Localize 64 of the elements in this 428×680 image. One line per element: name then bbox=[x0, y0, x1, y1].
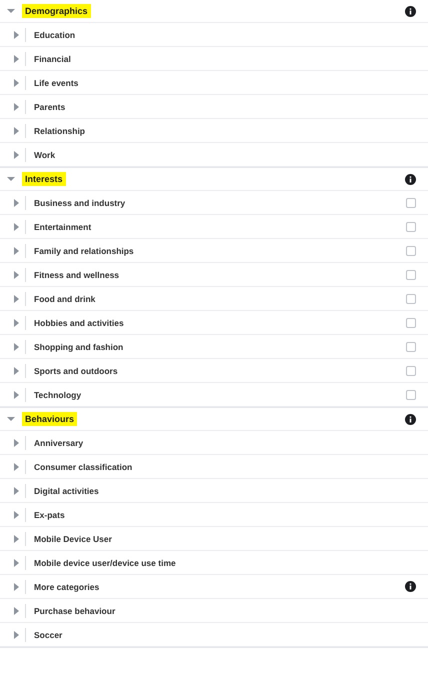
category-label[interactable]: Work bbox=[34, 150, 56, 160]
category-label[interactable]: Relationship bbox=[34, 126, 86, 136]
expand-icon[interactable] bbox=[14, 126, 19, 134]
category-label[interactable]: Ex-pats bbox=[34, 510, 65, 520]
section-title: Behaviours bbox=[22, 412, 78, 426]
info-icon[interactable] bbox=[405, 6, 416, 16]
category-label[interactable]: Business and industry bbox=[34, 198, 126, 208]
category-label[interactable]: Entertainment bbox=[34, 222, 92, 232]
expand-icon[interactable] bbox=[14, 366, 19, 374]
category-label[interactable]: Purchase behaviour bbox=[34, 606, 116, 616]
expand-icon[interactable] bbox=[14, 54, 19, 62]
category-label[interactable]: Consumer classification bbox=[34, 462, 132, 472]
expand-icon[interactable] bbox=[14, 606, 19, 614]
expand-icon[interactable] bbox=[14, 390, 19, 398]
checkbox[interactable] bbox=[406, 294, 416, 304]
category-label[interactable]: Soccer bbox=[34, 630, 62, 640]
category-label[interactable]: Technology bbox=[34, 390, 82, 400]
expand-icon[interactable] bbox=[14, 246, 19, 254]
category-label[interactable]: More categories bbox=[34, 582, 100, 592]
info-icon[interactable] bbox=[405, 174, 416, 184]
category-label[interactable]: Food and drink bbox=[34, 294, 96, 304]
expand-icon[interactable] bbox=[14, 486, 19, 494]
info-icon[interactable] bbox=[405, 581, 416, 592]
category-label[interactable]: Shopping and fashion bbox=[34, 342, 124, 352]
expand-icon[interactable] bbox=[14, 342, 19, 350]
category-label[interactable]: Life events bbox=[34, 78, 78, 88]
expand-icon[interactable] bbox=[14, 582, 19, 590]
expand-icon[interactable] bbox=[14, 198, 19, 206]
checkbox[interactable] bbox=[406, 270, 416, 280]
expand-icon[interactable] bbox=[14, 78, 19, 86]
section-title: Interests bbox=[22, 172, 66, 186]
expand-icon[interactable] bbox=[14, 294, 19, 302]
category-label[interactable]: Fitness and wellness bbox=[34, 270, 120, 280]
category-label[interactable]: Digital activities bbox=[34, 486, 99, 496]
category-label[interactable]: Sports and outdoors bbox=[34, 366, 118, 376]
expand-icon[interactable] bbox=[14, 30, 19, 38]
category-label[interactable]: Mobile device user/device use time bbox=[34, 558, 176, 568]
checkbox[interactable] bbox=[406, 342, 416, 352]
expand-icon[interactable] bbox=[14, 558, 19, 566]
category-label[interactable]: Parents bbox=[34, 102, 66, 112]
category-label[interactable]: Education bbox=[34, 30, 76, 40]
category-label[interactable]: Family and relationships bbox=[34, 246, 134, 256]
category-label[interactable]: Mobile Device User bbox=[34, 534, 112, 544]
checkbox[interactable] bbox=[406, 318, 416, 328]
expand-icon[interactable] bbox=[14, 222, 19, 230]
category-label[interactable]: Hobbies and activities bbox=[34, 318, 124, 328]
info-icon[interactable] bbox=[405, 414, 416, 424]
category-label[interactable]: Anniversary bbox=[34, 438, 84, 448]
expand-icon[interactable] bbox=[14, 102, 19, 110]
checkbox[interactable] bbox=[406, 246, 416, 256]
expand-icon[interactable] bbox=[14, 150, 19, 158]
checkbox[interactable] bbox=[406, 198, 416, 208]
checkbox[interactable] bbox=[406, 366, 416, 376]
expand-icon[interactable] bbox=[14, 438, 19, 446]
expand-icon[interactable] bbox=[14, 462, 19, 470]
expand-icon[interactable] bbox=[14, 270, 19, 278]
checkbox[interactable] bbox=[406, 390, 416, 400]
expand-icon[interactable] bbox=[14, 510, 19, 518]
category-label[interactable]: Financial bbox=[34, 54, 71, 64]
expand-icon[interactable] bbox=[14, 318, 19, 326]
expand-icon[interactable] bbox=[14, 534, 19, 542]
checkbox[interactable] bbox=[406, 222, 416, 232]
section-title: Demographics bbox=[22, 4, 91, 18]
expand-icon[interactable] bbox=[14, 630, 19, 638]
